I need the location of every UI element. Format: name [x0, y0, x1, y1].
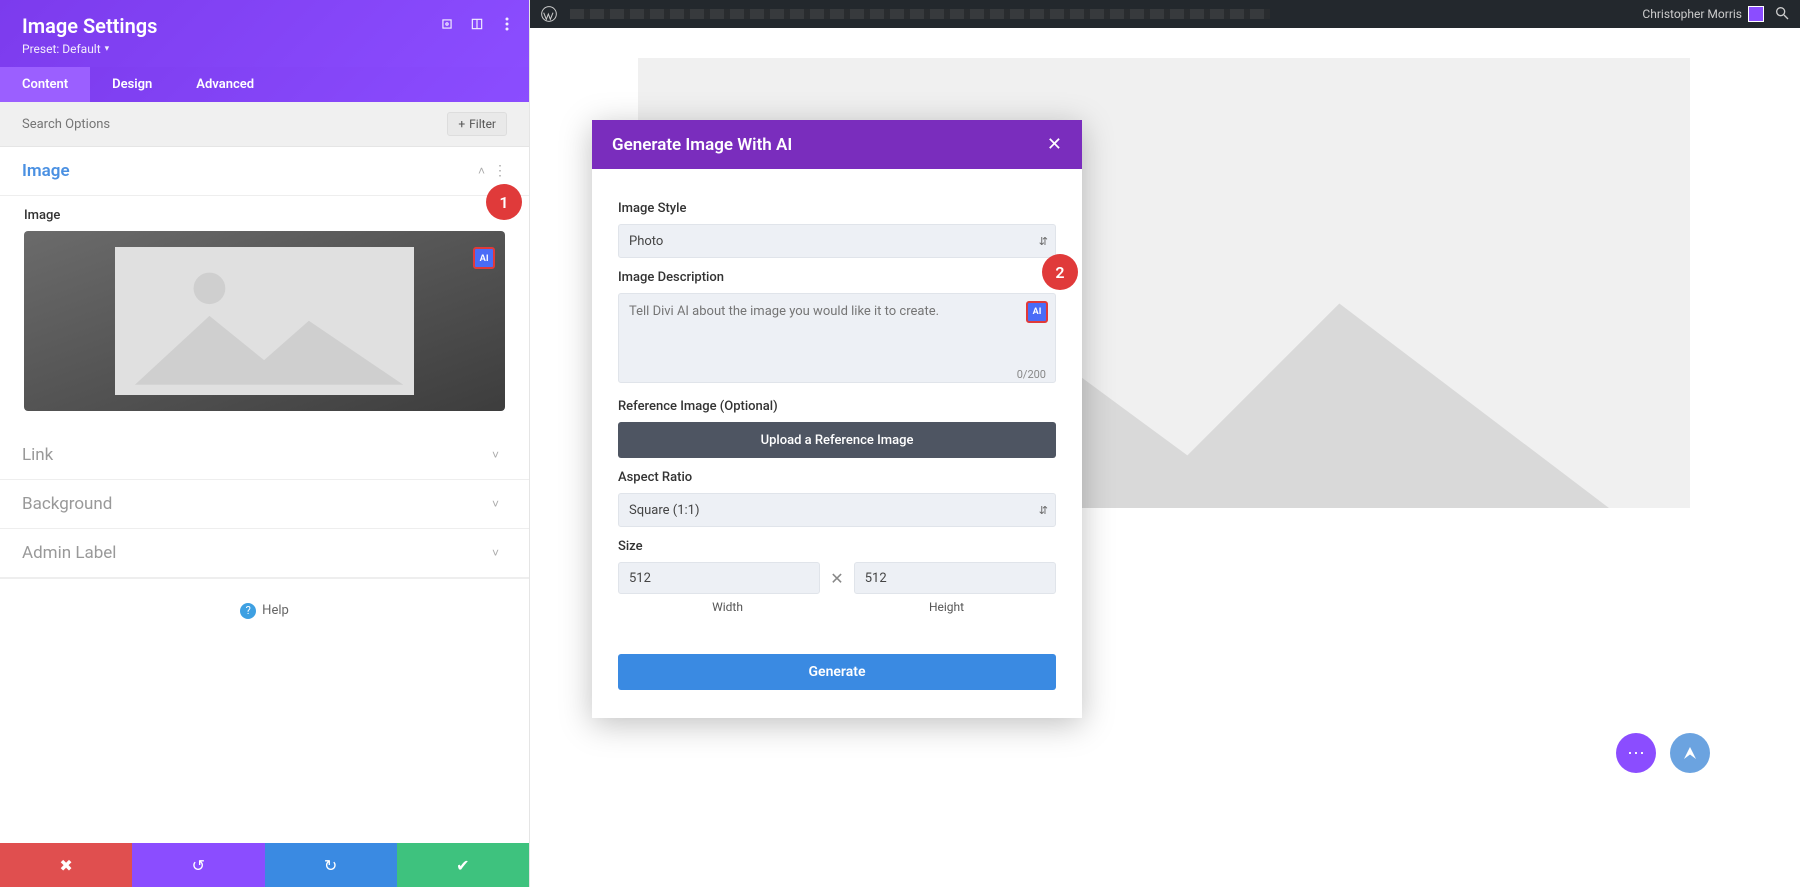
wp-user-menu[interactable]: Christopher Morris [1642, 6, 1764, 22]
ai-modal: Generate Image With AI ✕ Image Style Pho… [592, 120, 1082, 718]
aspect-select[interactable]: Square (1:1) [618, 493, 1056, 527]
sidebar-title: Image Settings [22, 14, 507, 38]
generate-button[interactable]: Generate [618, 654, 1056, 690]
wordpress-icon[interactable] [540, 5, 558, 23]
tab-advanced[interactable]: Advanced [174, 67, 276, 102]
divi-fab[interactable] [1670, 733, 1710, 773]
callout-2: 2 [1042, 254, 1078, 290]
section-link-title: Link [22, 445, 53, 465]
wp-user-name: Christopher Morris [1642, 7, 1742, 21]
avatar-icon [1748, 6, 1764, 22]
width-input[interactable] [618, 562, 820, 594]
search-input[interactable] [22, 117, 447, 132]
chevron-down-icon: ˅ [492, 546, 499, 560]
height-input[interactable] [854, 562, 1056, 594]
help-label: Help [262, 603, 289, 618]
tab-content[interactable]: Content [0, 67, 90, 102]
modal-header: Generate Image With AI ✕ [592, 120, 1082, 169]
image-style-select[interactable]: Photo [618, 224, 1056, 258]
preset-dropdown[interactable]: Preset: Default [22, 42, 109, 56]
help-row: ? Help [0, 578, 529, 639]
section-background-header[interactable]: Background ˅ [0, 480, 529, 529]
times-icon: ✕ [830, 569, 843, 588]
filter-button[interactable]: +Filter [447, 112, 507, 136]
tab-design[interactable]: Design [90, 67, 174, 102]
search-row: +Filter [0, 102, 529, 147]
height-sublabel: Height [837, 600, 1056, 614]
upload-reference-button[interactable]: Upload a Reference Image [618, 422, 1056, 458]
save-button[interactable]: ✔ [397, 843, 529, 887]
section-image-title: Image [22, 161, 70, 181]
image-desc-label: Image Description [618, 270, 1056, 285]
more-fab[interactable]: ⋯ [1616, 733, 1656, 773]
columns-icon[interactable] [469, 16, 485, 32]
help-icon: ? [240, 603, 256, 619]
expand-icon[interactable] [439, 16, 455, 32]
undo-button[interactable]: ↺ [132, 843, 264, 887]
section-admin-header[interactable]: Admin Label ˅ [0, 529, 529, 578]
image-field-label: Image [24, 208, 505, 223]
size-label: Size [618, 539, 1056, 554]
image-style-label: Image Style [618, 201, 1056, 216]
ai-desc-button[interactable]: AI [1026, 301, 1048, 323]
chevron-down-icon: ˅ [492, 497, 499, 511]
modal-close-button[interactable]: ✕ [1047, 134, 1062, 155]
section-image-body: Image AI [0, 208, 529, 431]
more-icon[interactable] [499, 16, 515, 32]
reference-label: Reference Image (Optional) [618, 399, 1056, 414]
settings-sidebar: Image Settings Preset: Default Content D… [0, 0, 530, 887]
modal-title: Generate Image With AI [612, 135, 1047, 155]
section-admin-title: Admin Label [22, 543, 116, 563]
cancel-button[interactable]: ✖ [0, 843, 132, 887]
image-desc-input[interactable] [618, 293, 1056, 383]
ai-image-button[interactable]: AI [473, 247, 495, 269]
section-background-title: Background [22, 494, 112, 514]
char-count: 0/200 [1017, 368, 1046, 381]
section-more-icon[interactable]: ⋮ [493, 163, 507, 179]
callout-1: 1 [486, 184, 522, 220]
sidebar-tabs: Content Design Advanced [0, 67, 529, 102]
section-image-header[interactable]: Image ˄ ⋮ [0, 147, 529, 196]
image-preview[interactable]: AI [24, 231, 505, 411]
wp-search-icon[interactable] [1774, 5, 1790, 24]
wp-admin-bar: Christopher Morris [530, 0, 1800, 28]
chevron-down-icon: ˅ [492, 448, 499, 462]
wp-menu-blurred [570, 9, 1630, 19]
sidebar-header: Image Settings Preset: Default [0, 0, 529, 67]
section-link-header[interactable]: Link ˅ [0, 431, 529, 480]
chevron-up-icon: ˄ [478, 164, 485, 178]
aspect-label: Aspect Ratio [618, 470, 1056, 485]
sidebar-footer: ✖ ↺ ↻ ✔ [0, 843, 529, 887]
width-sublabel: Width [618, 600, 837, 614]
redo-button[interactable]: ↻ [265, 843, 397, 887]
help-button[interactable]: ? Help [240, 603, 289, 619]
